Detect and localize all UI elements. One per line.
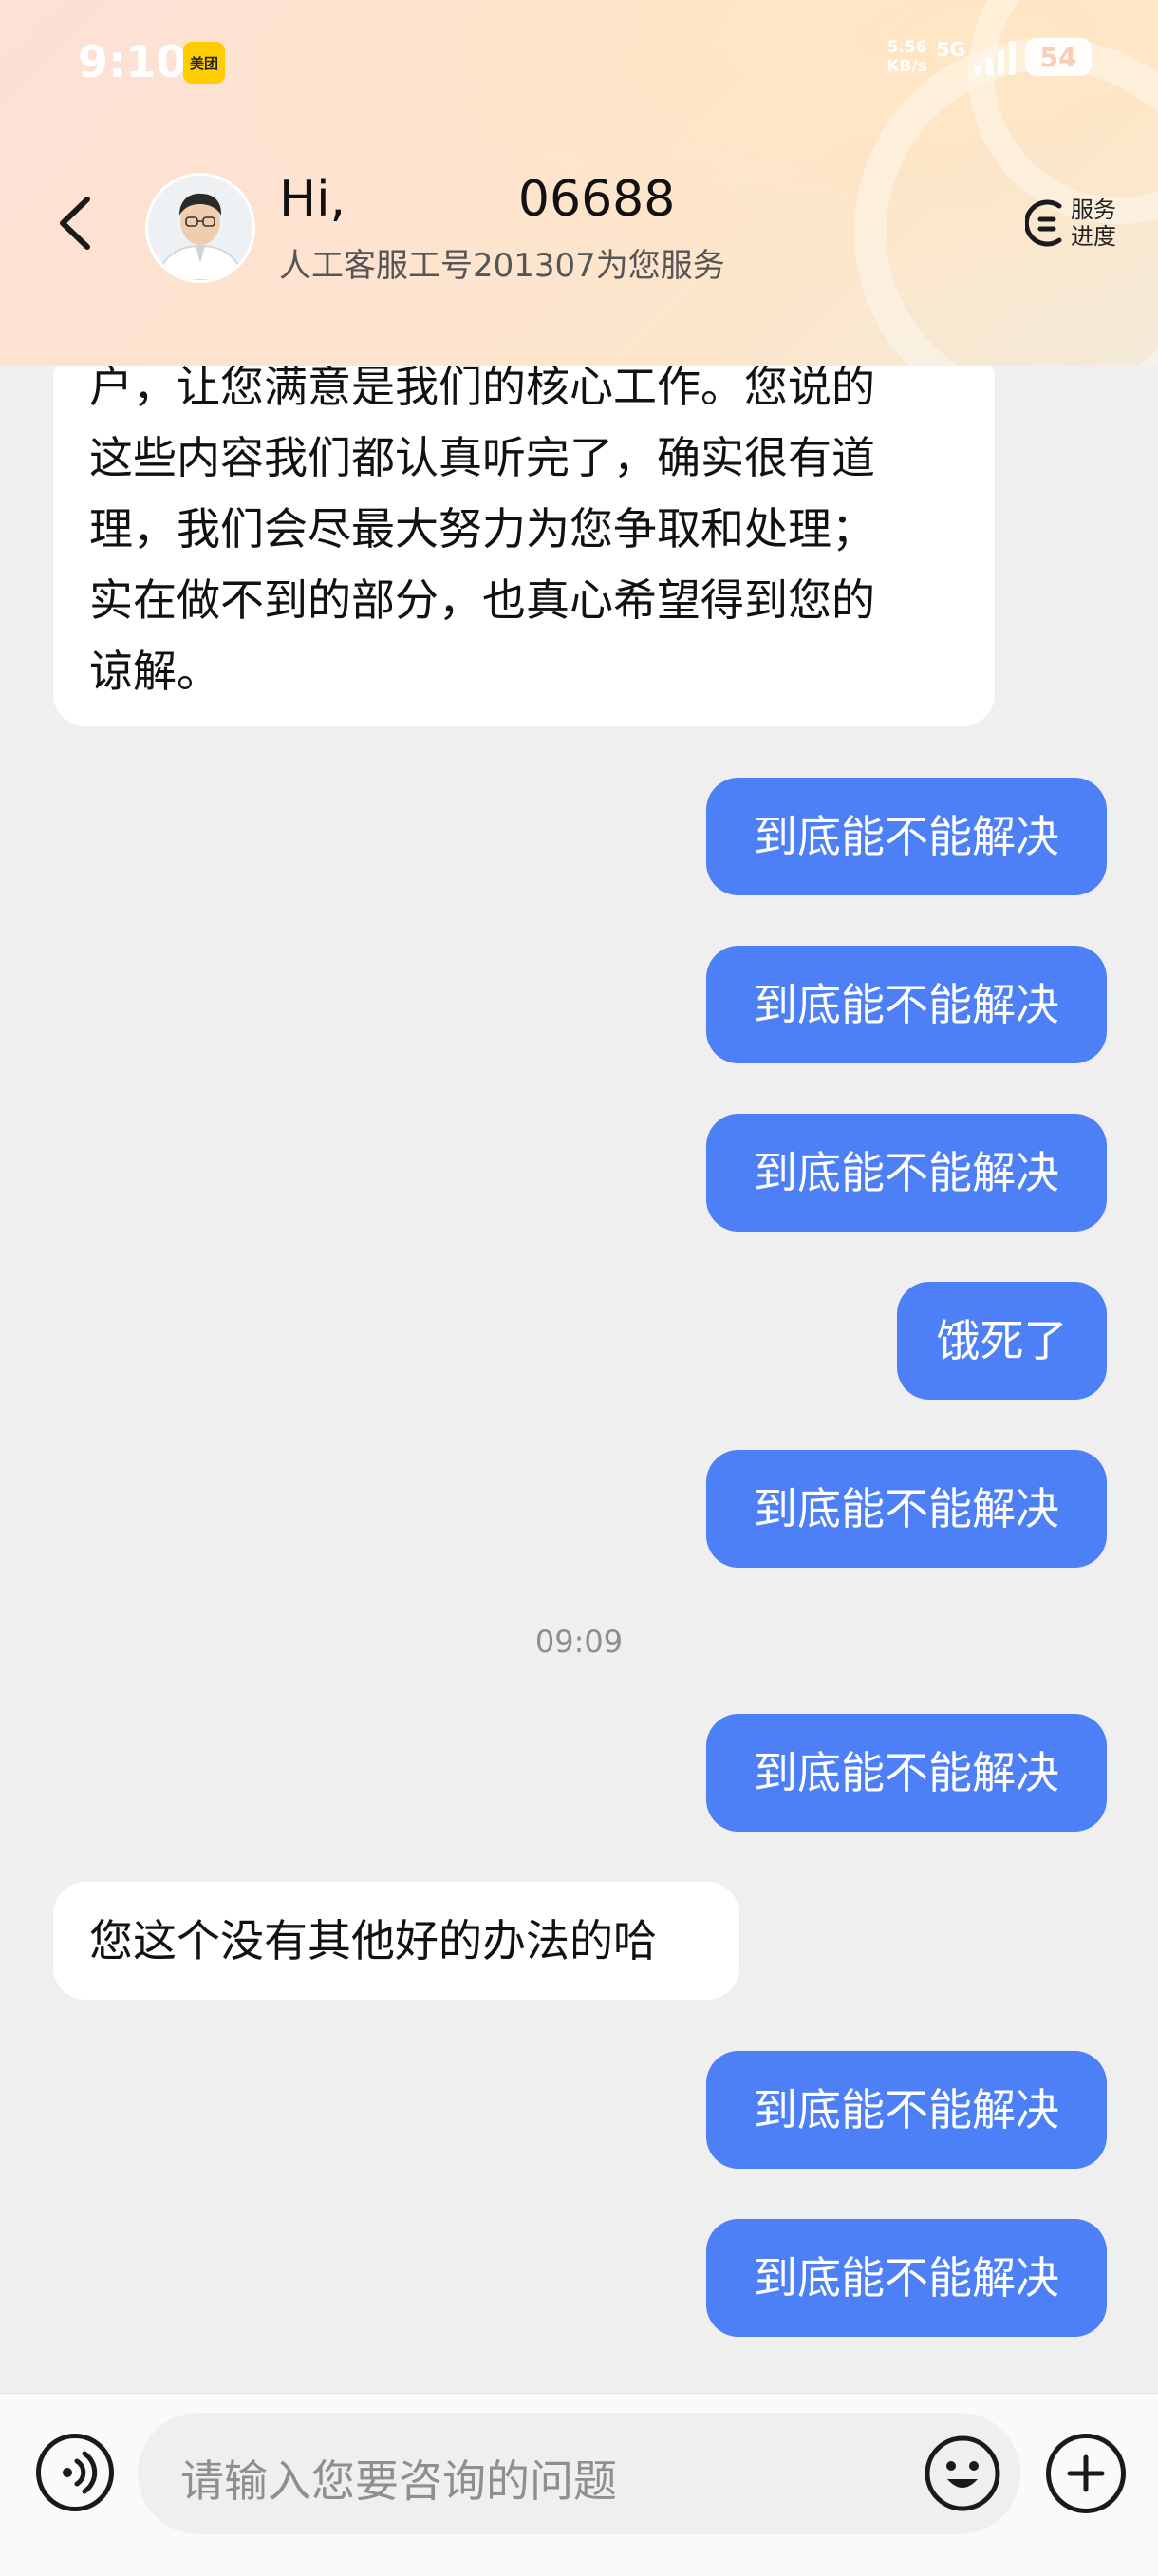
emoji-icon (925, 2435, 1000, 2511)
outgoing-message: 到底能不能解决 (706, 1450, 1107, 1568)
chevron-left-icon (60, 197, 90, 250)
person-avatar-icon (148, 176, 252, 280)
outgoing-message: 到底能不能解决 (706, 1114, 1107, 1232)
meituan-app-icon: 美团 (183, 42, 225, 84)
message-input[interactable]: 请输入您要咨询的问题 (138, 2413, 1020, 2534)
voice-input-button[interactable] (36, 2434, 114, 2511)
network-speed: 5.56 KB/s (887, 38, 927, 76)
clock-list-icon (1025, 199, 1062, 247)
chat-input-bar: 请输入您要咨询的问题 (0, 2393, 1158, 2576)
plus-icon (1067, 2454, 1105, 2492)
message-text: 户，让您满意是我们的核心工作。您说的 这些内容我们都认真听完了，确实很有道 理，… (89, 366, 875, 697)
outgoing-message: 到底能不能解决 (706, 778, 1107, 895)
status-indicators: 5.56 KB/s 5G 54 (887, 38, 1092, 76)
incoming-message: 您这个没有其他好的办法的哈 (53, 1882, 739, 2000)
signal-icon (975, 39, 1016, 75)
outgoing-message: 到底能不能解决 (706, 1714, 1107, 1832)
more-actions-button[interactable] (1046, 2434, 1126, 2513)
agent-subtitle: 人工客服工号201307为您服务 (279, 247, 725, 285)
chat-title: Hi, 06688 (279, 171, 676, 228)
outgoing-message: 到底能不能解决 (706, 2219, 1107, 2337)
outgoing-message: 到底能不能解决 (706, 2051, 1107, 2169)
incoming-message: 户，让您满意是我们的核心工作。您说的 这些内容我们都认真听完了，确实很有道 理，… (53, 366, 995, 726)
message-timestamp: 09:09 (534, 1624, 624, 1660)
outgoing-message: 饿死了 (897, 1282, 1107, 1400)
status-time: 9:10 (78, 36, 187, 87)
service-progress-label: 服务进度 (1071, 197, 1116, 250)
outgoing-message: 到底能不能解决 (706, 946, 1107, 1063)
network-type: 5G (936, 38, 965, 61)
chat-message-list[interactable]: 户，让您满意是我们的核心工作。您说的 这些内容我们都认真听完了，确实很有道 理，… (0, 366, 1158, 2393)
voice-icon (63, 2451, 98, 2494)
emoji-button[interactable] (923, 2434, 1002, 2513)
battery-indicator: 54 (1025, 38, 1092, 76)
back-button[interactable] (47, 190, 104, 256)
service-progress-button[interactable]: 服务进度 (1025, 195, 1124, 252)
agent-avatar (145, 173, 255, 283)
message-input-placeholder: 请输入您要咨询的问题 (180, 2455, 617, 2507)
